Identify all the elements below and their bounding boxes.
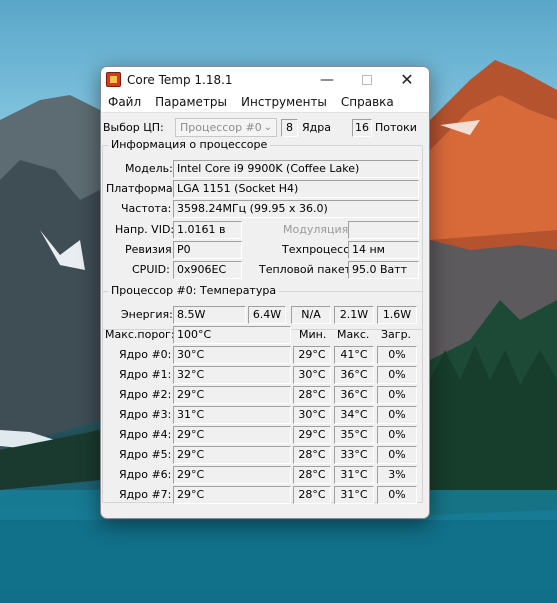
power-label: Энергия: [121,308,173,321]
core-load: 0% [377,446,417,464]
core-load: 3% [377,466,417,484]
core-temp: 31°C [173,406,291,424]
core-max-temp: 33°C [334,446,374,464]
core-label: Ядро #1: [119,368,172,381]
core-max-temp: 31°C [334,486,374,504]
core-label: Ядро #5: [119,448,172,461]
tjmax-label: Макс.порог: [105,328,175,341]
core-label: Ядро #4: [119,428,172,441]
modulation-label: Модуляция: [283,223,352,236]
tdp-value: 95.0 Ватт [348,261,419,279]
core-temp: 29°C [173,426,291,444]
core-min-temp: 30°C [293,406,331,424]
power-graphics: N/A [291,306,331,324]
window-title: Core Temp 1.18.1 [127,72,233,87]
temperature-title: Процессор #0: Температура [108,284,280,297]
process-label: Техпроцесс: [282,243,353,256]
chevron-down-icon: ⌄ [263,122,272,133]
vid-label: Напр. VID: [115,223,175,236]
core-min-temp: 28°C [293,386,331,404]
processor-info-title: Информация о процессоре [108,138,271,151]
core-min-temp: 30°C [293,366,331,384]
core-min-temp: 29°C [293,426,331,444]
vid-value: 1.0161 в [173,221,242,239]
core-load: 0% [377,346,417,364]
tdp-label: Тепловой пакет: [259,263,355,276]
core-label: Ядро #2: [119,388,172,401]
core-load: 0% [377,406,417,424]
core-max-temp: 31°C [334,466,374,484]
menu-tools[interactable]: Инструменты [234,95,334,109]
threads-count: 16 [352,119,372,137]
title-bar[interactable]: Core Temp 1.18.1 — ✕ [101,67,429,92]
core-min-temp: 28°C [293,466,331,484]
core-temp: 30°C [173,346,291,364]
close-button[interactable]: ✕ [387,67,427,92]
revision-value: P0 [173,241,242,259]
power-cores: 6.4W [248,306,286,324]
frequency-label: Частота: [121,202,172,215]
platform-label: Платформа: [106,182,177,195]
core-temp: 29°C [173,446,291,464]
core-temp: 29°C [173,386,291,404]
maximize-icon [362,74,372,85]
core-load: 0% [377,426,417,444]
cores-count: 8 [281,119,298,137]
core-label: Ядро #0: [119,348,172,361]
core-max-temp: 35°C [334,426,374,444]
core-temp-app-icon [106,72,121,87]
menu-help[interactable]: Справка [334,95,401,109]
cpuid-label: CPUID: [132,263,170,276]
core-load: 0% [377,486,417,504]
revision-label: Ревизия: [125,243,176,256]
maximize-button[interactable] [347,67,387,92]
core-label: Ядро #3: [119,408,172,421]
core-max-temp: 41°C [334,346,374,364]
modulation-value [348,221,419,239]
process-value: 14 нм [348,241,419,259]
model-value: Intel Core i9 9900K (Coffee Lake) [173,160,419,178]
power-package: 8.5W [173,306,246,324]
platform-value: LGA 1151 (Socket H4) [173,180,419,198]
core-min-temp: 29°C [293,346,331,364]
core-max-temp: 36°C [334,386,374,404]
cpu-select-value: Процессор #0 [180,121,262,134]
cpuid-value: 0x906EC [173,261,242,279]
menu-bar: Файл Параметры Инструменты Справка [101,92,429,113]
cpu-select-dropdown[interactable]: Процессор #0 ⌄ [175,118,277,137]
menu-options[interactable]: Параметры [148,95,234,109]
model-label: Модель: [125,162,173,175]
core-load: 0% [377,366,417,384]
load-column-header: Загр. [381,328,412,341]
power-dram: 1.6W [377,306,417,324]
cores-label: Ядра [302,121,331,134]
core-min-temp: 28°C [293,486,331,504]
core-temp: 29°C [173,466,291,484]
max-column-header: Макс. [337,328,370,341]
core-temp: 29°C [173,486,291,504]
menu-file[interactable]: Файл [101,95,148,109]
core-max-temp: 36°C [334,366,374,384]
minimize-button[interactable]: — [307,67,347,92]
tjmax-value: 100°C [173,326,291,344]
core-label: Ядро #6: [119,468,172,481]
power-uncore: 2.1W [334,306,374,324]
cpu-select-label: Выбор ЦП: [103,121,164,134]
core-load: 0% [377,386,417,404]
min-column-header: Мин. [299,328,327,341]
core-max-temp: 34°C [334,406,374,424]
threads-label: Потоки [375,121,417,134]
core-temp: 32°C [173,366,291,384]
core-temp-window: Core Temp 1.18.1 — ✕ Файл Параметры Инст… [100,66,430,519]
core-min-temp: 28°C [293,446,331,464]
core-label: Ядро #7: [119,488,172,501]
frequency-value: 3598.24МГц (99.95 x 36.0) [173,200,419,218]
